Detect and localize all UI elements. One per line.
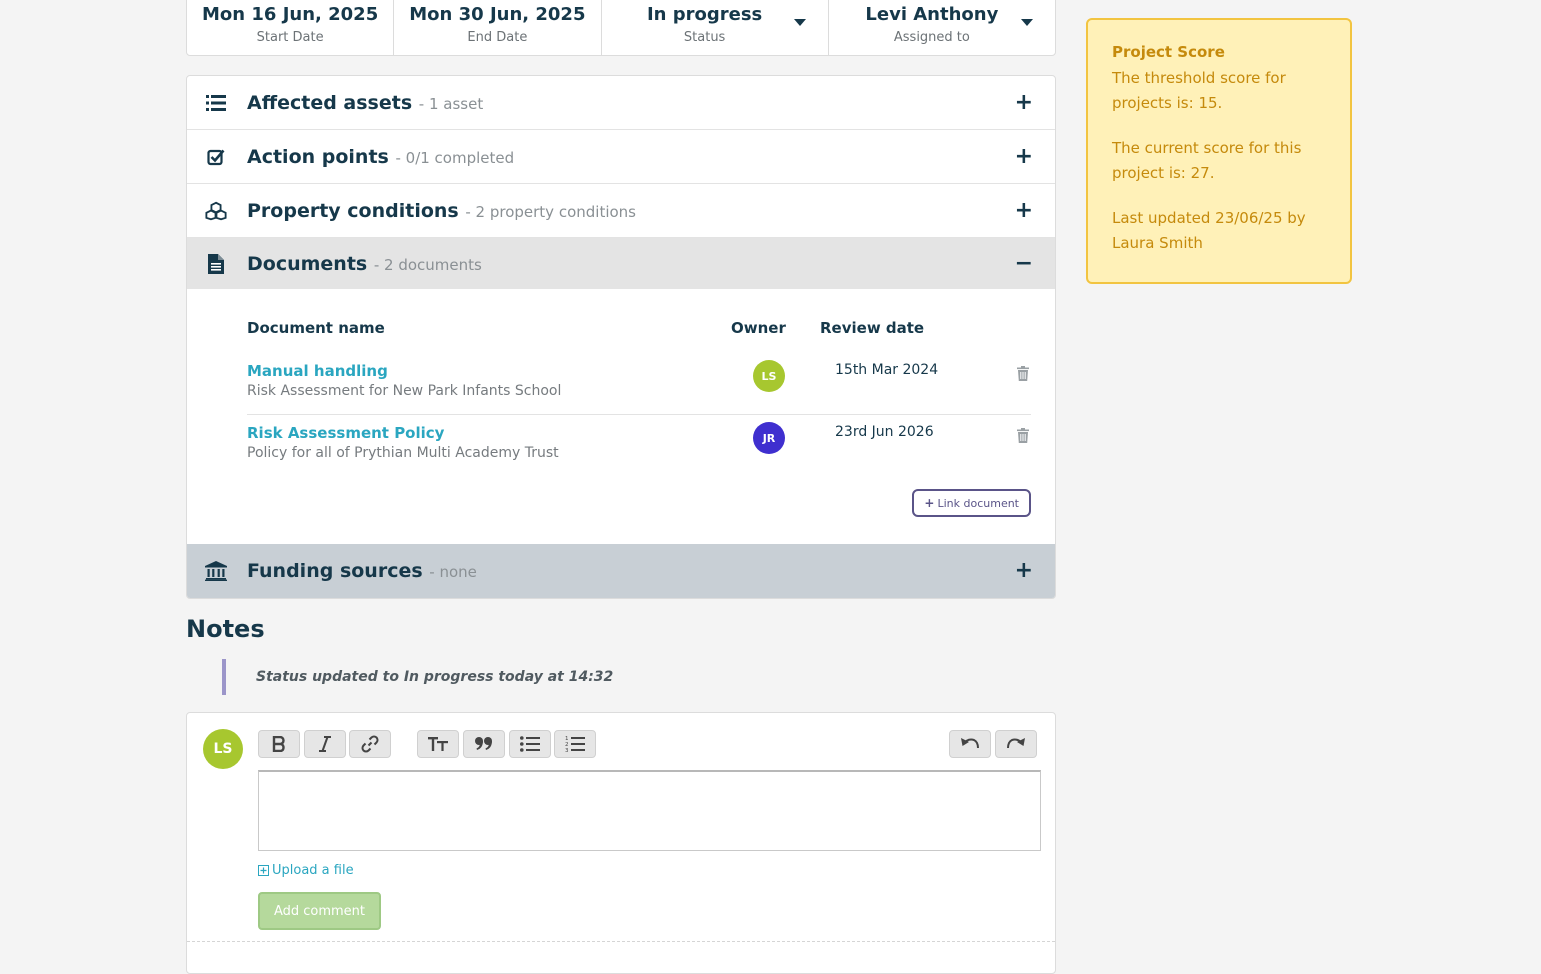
column-header-review-date: Review date: [820, 319, 925, 337]
comment-composer: LS 123 Upload a file Add comment: [186, 712, 1056, 974]
link-icon: [361, 735, 379, 753]
section-title: Action points - 0/1 completed: [247, 146, 514, 168]
section-subtitle: - 2 property conditions: [465, 202, 636, 221]
section-affected-assets[interactable]: Affected assets - 1 asset +: [187, 76, 1055, 130]
document-icon: [205, 253, 227, 275]
section-title-text: Affected assets: [247, 91, 413, 114]
status-dropdown[interactable]: In progress Status: [602, 0, 829, 55]
numbered-list-button[interactable]: 123: [554, 730, 596, 758]
avatar: LS: [203, 729, 243, 769]
end-date-label: End Date: [467, 30, 528, 45]
threshold-score-text: The threshold score for projects is: 15.: [1112, 69, 1286, 112]
expand-icon[interactable]: +: [1015, 199, 1033, 222]
italic-button[interactable]: [304, 730, 346, 758]
quote-button[interactable]: [463, 730, 505, 758]
section-documents[interactable]: Documents - 2 documents −: [187, 238, 1055, 289]
link-document-button[interactable]: + Link document: [912, 489, 1031, 517]
section-subtitle: - none: [429, 563, 477, 581]
table-row: Risk Assessment Policy Policy for all of…: [247, 416, 1031, 476]
bold-icon: [272, 736, 285, 752]
document-link[interactable]: Risk Assessment Policy: [247, 424, 444, 442]
link-document-label: Link document: [937, 496, 1019, 510]
expand-icon[interactable]: +: [1015, 560, 1033, 582]
start-date-label: Start Date: [256, 30, 324, 45]
heading-button[interactable]: [417, 730, 459, 758]
trash-icon[interactable]: [1017, 428, 1031, 444]
checkbox-icon: [205, 146, 227, 168]
list-icon: [205, 92, 227, 114]
comment-editor[interactable]: [258, 770, 1041, 851]
last-updated-text: Last updated 23/06/25 by Laura Smith: [1112, 209, 1306, 252]
section-title: Documents - 2 documents: [247, 253, 482, 275]
documents-panel: Document name Owner Review date Manual h…: [187, 289, 1055, 544]
section-title: Property conditions - 2 property conditi…: [247, 200, 636, 222]
status-label: Status: [683, 30, 726, 45]
chevron-down-icon[interactable]: [1021, 19, 1033, 26]
document-description: Policy for all of Prythian Multi Academy…: [247, 445, 559, 461]
assigned-label: Assigned to: [893, 30, 970, 45]
status-value: In progress: [646, 4, 763, 25]
upload-file-label: Upload a file: [272, 863, 354, 878]
collapse-icon[interactable]: −: [1015, 252, 1033, 275]
owner-avatar: JR: [753, 422, 785, 454]
start-date-cell[interactable]: Mon 16 Jun, 2025 Start Date: [187, 0, 395, 55]
quote-icon: [475, 737, 492, 750]
assigned-value: Levi Anthony: [865, 4, 999, 25]
document-description: Risk Assessment for New Park Infants Sch…: [247, 383, 562, 399]
note-entry: Status updated to In progress today at 1…: [222, 659, 613, 695]
end-date-value: Mon 30 Jun, 2025: [409, 4, 586, 25]
table-row: Manual handling Risk Assessment for New …: [247, 354, 1031, 415]
section-funding-sources[interactable]: Funding sources - none +: [187, 544, 1055, 598]
end-date-cell[interactable]: Mon 30 Jun, 2025 End Date: [394, 0, 602, 55]
score-card-title: Project Score: [1112, 43, 1225, 61]
section-subtitle: - 2 documents: [373, 255, 482, 274]
cubes-icon: [205, 200, 227, 222]
undo-button[interactable]: [949, 730, 991, 758]
assigned-to-dropdown[interactable]: Levi Anthony Assigned to: [829, 0, 1055, 55]
section-property-conditions[interactable]: Property conditions - 2 property conditi…: [187, 184, 1055, 238]
link-button[interactable]: [349, 730, 391, 758]
section-title-text: Property conditions: [247, 199, 459, 222]
plus-icon: +: [924, 496, 935, 510]
notes-heading: Notes: [186, 615, 265, 643]
review-date: 23rd Jun 2026: [835, 424, 934, 440]
owner-avatar: LS: [753, 360, 785, 392]
current-score-text: The current score for this project is: 2…: [1112, 139, 1302, 182]
upload-file-link[interactable]: Upload a file: [258, 863, 354, 878]
chevron-down-icon[interactable]: [793, 19, 806, 26]
redo-button[interactable]: [995, 730, 1037, 758]
project-sections-accordion: Affected assets - 1 asset + Action point…: [186, 75, 1056, 599]
trash-icon[interactable]: [1017, 366, 1031, 382]
review-date: 15th Mar 2024: [835, 362, 939, 378]
plus-square-icon: [258, 865, 269, 876]
add-comment-button[interactable]: Add comment: [258, 892, 381, 930]
redo-icon: [1007, 738, 1025, 749]
italic-icon: [319, 736, 331, 752]
bullet-list-button[interactable]: [509, 730, 551, 758]
column-header-owner: Owner: [731, 319, 786, 337]
expand-icon[interactable]: +: [1015, 145, 1033, 168]
project-info-bar: Mon 16 Jun, 2025 Start Date Mon 30 Jun, …: [186, 0, 1056, 56]
column-header-document-name: Document name: [247, 319, 385, 337]
section-title-text: Action points: [247, 145, 389, 168]
project-score-card: Project Score The threshold score for pr…: [1086, 18, 1352, 284]
section-title: Funding sources - none: [247, 560, 477, 582]
divider: [187, 941, 1055, 942]
section-subtitle: - 1 asset: [418, 94, 484, 113]
start-date-value: Mon 16 Jun, 2025: [202, 4, 379, 25]
numbered-list-icon: 123: [565, 736, 585, 753]
section-title: Affected assets - 1 asset: [247, 92, 483, 114]
document-link[interactable]: Manual handling: [247, 362, 388, 380]
bold-button[interactable]: [258, 730, 300, 758]
expand-icon[interactable]: +: [1015, 91, 1033, 114]
bullet-list-icon: [520, 736, 540, 752]
undo-icon: [961, 738, 979, 749]
section-action-points[interactable]: Action points - 0/1 completed +: [187, 130, 1055, 184]
svg-text:3: 3: [565, 748, 569, 753]
section-title-text: Documents: [247, 252, 368, 275]
section-subtitle: - 0/1 completed: [395, 148, 515, 167]
section-title-text: Funding sources: [247, 560, 423, 582]
bank-icon: [205, 560, 227, 582]
text-size-icon: [428, 737, 448, 751]
